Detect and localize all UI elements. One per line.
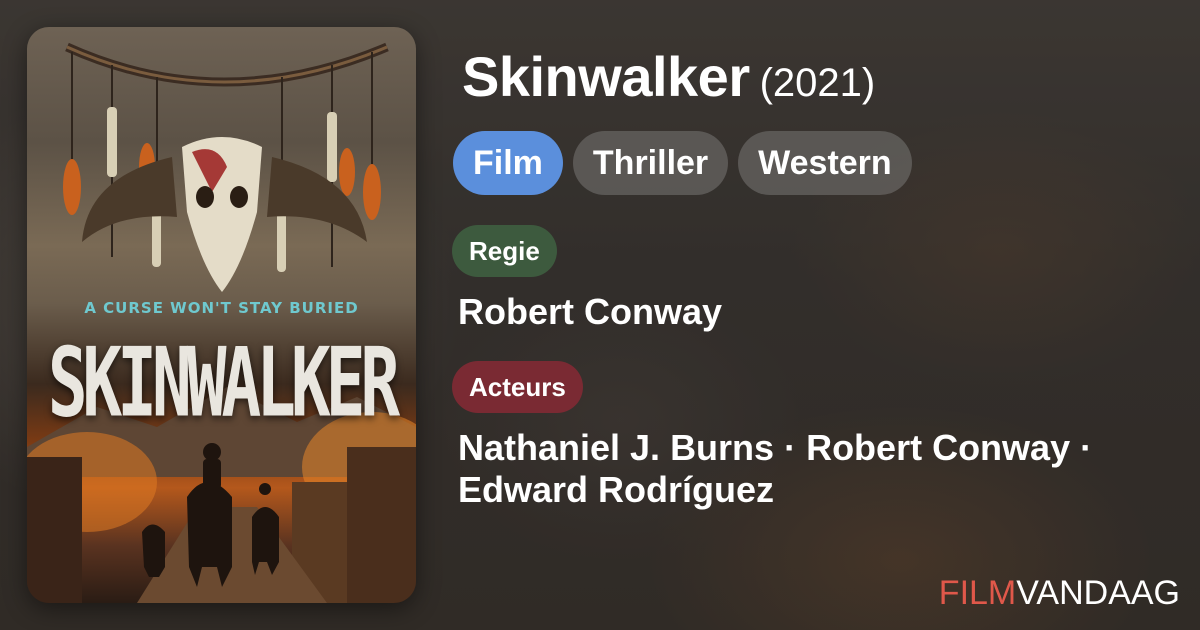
cast-names[interactable]: Nathaniel J. Burns · Robert Conway · Edw… [458, 427, 1178, 511]
filmvandaag-logo[interactable]: FILMVANDAAG [939, 574, 1180, 613]
cast-label: Acteurs [452, 361, 583, 413]
movie-year: (2021) [759, 61, 876, 105]
movie-poster[interactable]: A CURSE WON'T STAY BURIED SKINWALKER [27, 27, 416, 603]
genre-chip-list: Film Thriller Western [453, 131, 912, 195]
poster-tagline: A CURSE WON'T STAY BURIED [84, 299, 359, 317]
movie-heading: Skinwalker (2021) [462, 44, 875, 109]
brand-part-vandaag: VANDAAG [1016, 574, 1180, 612]
genre-chip-thriller[interactable]: Thriller [572, 131, 729, 195]
director-label: Regie [452, 225, 557, 277]
director-names[interactable]: Robert Conway [458, 291, 722, 333]
genre-chip-western[interactable]: Western [738, 131, 912, 195]
poster-title: SKINWALKER [47, 327, 400, 439]
movie-title: Skinwalker [462, 45, 750, 108]
genre-chip-film[interactable]: Film [453, 131, 563, 195]
brand-part-film: FILM [938, 574, 1017, 612]
